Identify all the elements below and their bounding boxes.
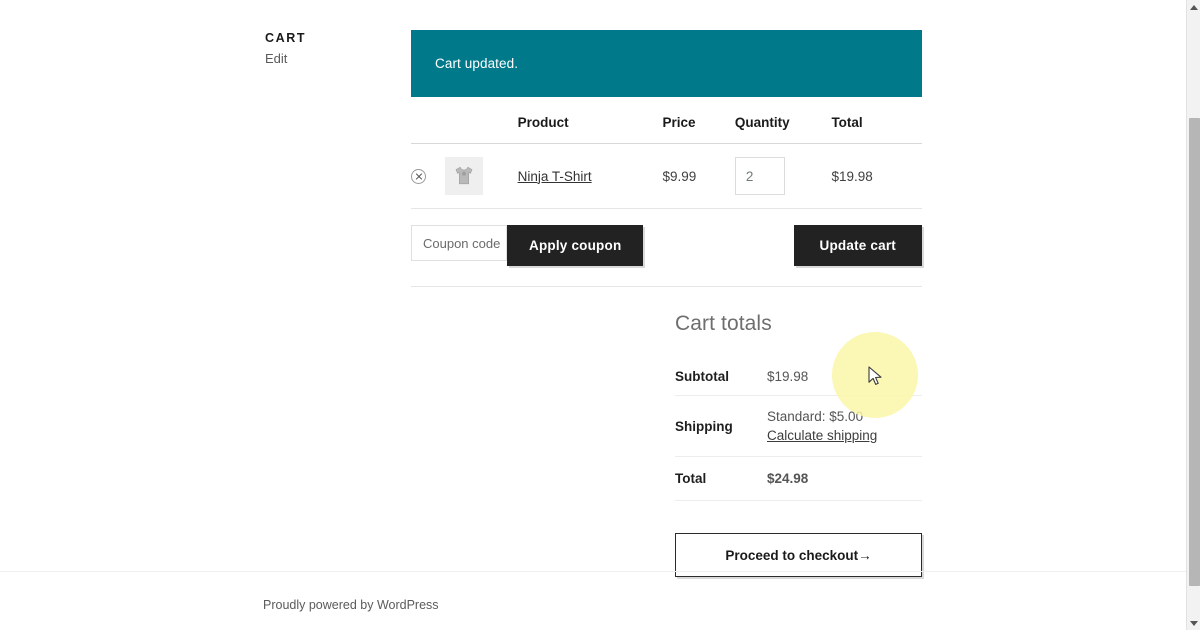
footer-credit-link[interactable]: Proudly powered by WordPress [263,598,439,612]
shipping-value: Standard: $5.00 Calculate shipping [767,395,922,457]
cell-quantity [734,143,832,209]
cart-totals-panel: Cart totals Subtotal $19.98 Shipping Sta… [675,287,922,577]
page-sidebar: CART Edit [265,30,395,69]
cart-updated-notice: Cart updated. [411,30,922,97]
cart-totals-table: Subtotal $19.98 Shipping Standard: $5.00… [675,358,922,501]
table-row: Ninja T-Shirt $9.99 $19.98 [411,143,922,209]
vertical-scrollbar[interactable] [1186,0,1200,630]
column-header-total: Total [831,106,922,144]
cell-product-name: Ninja T-Shirt [517,143,663,209]
notice-message: Cart updated. [435,56,519,71]
column-header-price: Price [662,106,735,144]
grand-total-row: Total $24.98 [675,456,922,501]
cell-remove [411,143,446,209]
cell-thumbnail [445,143,518,209]
cart-items-table: Product Price Quantity Total Ninja T-Shi… [411,106,922,209]
remove-item-icon[interactable] [411,168,426,184]
total-value: $24.98 [767,456,922,501]
cart-actions-row: Apply coupon Update cart [411,209,922,287]
footer-divider [0,571,1186,572]
calculate-shipping-link[interactable]: Calculate shipping [767,426,877,445]
update-cart-button[interactable]: Update cart [793,225,922,266]
scroll-up-arrow-icon[interactable] [1187,0,1200,14]
page-title: CART [265,31,307,45]
subtotal-value: $19.98 [767,358,922,396]
edit-page-link[interactable]: Edit [265,49,395,69]
cell-line-total: $19.98 [831,143,922,209]
column-header-thumbnail [445,106,518,144]
subtotal-row: Subtotal $19.98 [675,358,922,396]
scroll-down-arrow-icon[interactable] [1187,616,1200,630]
total-label: Total [675,456,767,501]
shipping-label: Shipping [675,395,767,457]
browser-viewport: CART Edit Cart updated. Product Price Qu… [0,0,1200,630]
shipping-row: Shipping Standard: $5.00 Calculate shipp… [675,395,922,457]
quantity-input[interactable] [734,157,785,195]
tshirt-thumbnail[interactable] [445,157,484,195]
column-header-quantity: Quantity [734,106,832,144]
shipping-method-label: Standard: $5.00 [767,409,864,424]
column-header-remove [411,106,446,144]
cell-price: $9.99 [662,143,735,209]
page-content: CART Edit Cart updated. Product Price Qu… [0,0,1186,630]
cart-table-header-row: Product Price Quantity Total [411,106,922,144]
apply-coupon-button[interactable]: Apply coupon [507,225,644,266]
product-name-link[interactable]: Ninja T-Shirt [518,169,592,184]
scrollbar-thumb[interactable] [1189,118,1200,586]
column-header-product: Product [517,106,663,144]
cart-main: Cart updated. Product Price Quantity Tot… [411,30,922,577]
coupon-code-input[interactable] [411,225,507,261]
cart-totals-title: Cart totals [675,312,772,335]
coupon-group: Apply coupon [411,225,644,266]
subtotal-label: Subtotal [675,358,767,396]
